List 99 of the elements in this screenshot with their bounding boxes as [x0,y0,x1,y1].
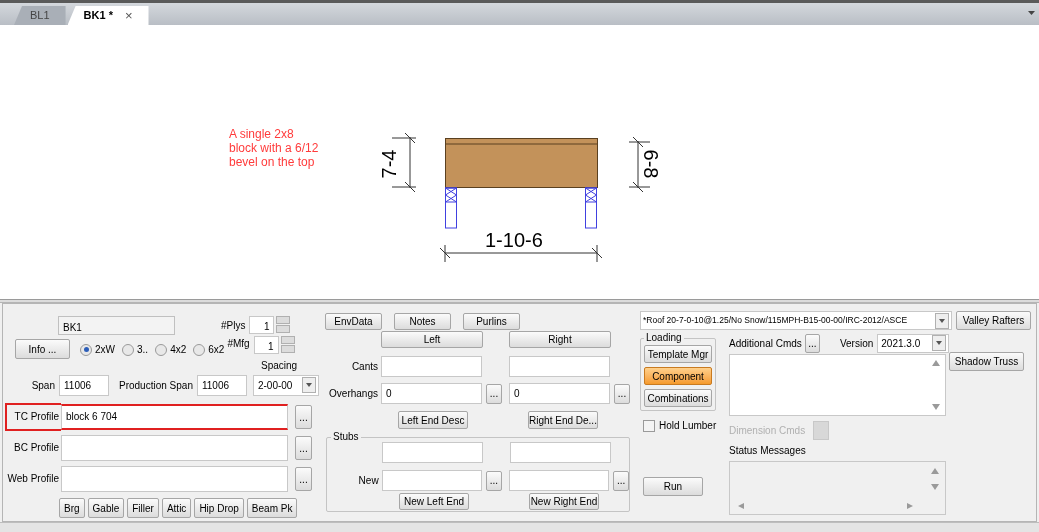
checkbox-label: Hold Lumber [659,419,717,433]
field-label: Version [839,336,874,351]
browse-button[interactable]: ... [295,405,312,429]
field-label: #Mfg [227,337,250,351]
group-legend: Loading [644,331,684,345]
scroll-left-icon[interactable] [738,503,746,509]
close-icon[interactable]: × [124,5,133,26]
radio-label: 3.. [137,343,149,357]
loading-button[interactable]: Component [644,367,712,385]
bearing-drawing [585,187,597,229]
caret-icon [936,341,942,345]
stub-field[interactable] [510,442,611,463]
profile-field[interactable]: block 6 704 [61,404,288,430]
action-button[interactable]: Gable [87,498,125,518]
end-desc-button[interactable]: Left End Desc [398,411,468,429]
field-label: Span [30,378,55,393]
checkbox[interactable] [643,419,655,432]
browse-button[interactable]: ... [486,383,502,404]
name-field[interactable]: BK1 [58,315,175,335]
spacing-combo[interactable]: 2-00-00 [252,374,319,396]
action-button[interactable]: Hip Drop [194,498,244,518]
span-field[interactable]: 11006 [59,374,109,396]
radio-label: 6x2 [208,343,225,357]
caret-icon [939,318,945,323]
field-label: Overhangs [328,387,379,401]
shadow-truss-button[interactable]: Shadow Truss [949,352,1024,371]
radio-button[interactable] [155,343,168,356]
profile-field[interactable] [61,435,288,461]
scroll-up-icon[interactable] [931,468,939,474]
new-end-button[interactable]: New Right End [529,493,599,510]
browse-button[interactable]: ... [295,467,312,491]
stub-field[interactable] [508,470,610,491]
scroll-down-icon[interactable] [931,484,939,490]
radio-label: 2xW [95,343,115,357]
spinner-icon[interactable] [276,316,291,334]
dimension-cmds-button[interactable] [813,420,830,440]
field-label: Additional Cmds [729,336,802,351]
production-span-field[interactable]: 11006 [196,374,247,396]
action-button[interactable]: Attic [161,498,192,518]
browse-button[interactable]: ... [485,470,502,491]
run-button[interactable]: Run [643,477,703,496]
scroll-right-icon[interactable] [907,503,915,509]
column-header-button[interactable]: Right [509,331,611,348]
action-button[interactable]: Beam Pk [246,498,298,518]
dimension-label: 7-4 [379,149,400,179]
mfg-field[interactable]: 1 [253,336,279,354]
stub-field[interactable] [382,442,483,463]
spacing-label: Spacing [261,360,299,372]
dropdown-button[interactable] [301,377,316,393]
cants-field[interactable] [381,356,482,377]
scroll-down-icon[interactable] [932,404,940,410]
overhang-field[interactable]: 0 [509,383,610,404]
dimension-label: 1-10-6 [485,229,543,251]
end-desc-button[interactable]: Right End De... [528,411,598,429]
dropdown-button[interactable] [932,335,946,351]
browse-button[interactable]: ... [613,470,629,491]
tab[interactable]: BK1 * × [67,6,149,25]
field-label: New [357,474,380,488]
dropdown-icon[interactable] [1028,11,1035,15]
browse-button[interactable]: ... [614,383,630,404]
radio-label: 4x2 [170,343,187,357]
version-combo[interactable]: 2021.3.0 [877,333,949,353]
tab[interactable]: BL1 [14,6,66,25]
toolbar-button[interactable]: Purlins [463,313,520,330]
action-button[interactable]: Brg [59,498,85,518]
cants-field[interactable] [509,356,610,377]
note-text: A single 2x8 block with a 6/12 bevel on the top [229,127,320,169]
bearing-drawing [445,187,457,229]
action-button[interactable]: Filler [127,498,159,518]
column-header-button[interactable]: Left [381,331,483,348]
info-button[interactable]: Info ... [15,339,70,359]
stub-field[interactable] [381,470,482,491]
field-label: Production Span [119,378,193,393]
profile-label: BC Profile [13,441,60,455]
browse-button[interactable]: ... [804,333,820,353]
toolbar-button[interactable]: EnvData [325,313,382,330]
scroll-up-icon[interactable] [932,360,940,366]
radio-button[interactable] [193,343,206,356]
loading-button[interactable]: Template Mgr [644,345,712,363]
profile-field[interactable] [61,466,288,492]
caret-icon [305,383,312,387]
profile-label: Web Profile [6,472,60,486]
browse-button[interactable]: ... [295,436,312,460]
plys-field[interactable]: 1 [249,316,275,334]
radio-button[interactable] [122,343,134,356]
loading-button[interactable]: Combinations [644,389,712,407]
new-end-button[interactable]: New Left End [399,493,469,510]
radio-button[interactable] [80,343,92,356]
status-label: Status Messages [729,444,807,458]
toolbar-button[interactable]: Notes [394,313,451,330]
dimension-label: 6-8 [641,149,662,179]
valley-rafters-button[interactable]: Valley Rafters [956,311,1031,330]
field-label: #Plys [221,318,246,333]
load-case-combo[interactable]: *Roof 20-7-0-10@1.25/No Snow/115MPH-B15-00-00/IRC-2012/ASCE [640,311,952,330]
spinner-icon[interactable] [280,336,295,354]
dropdown-button[interactable] [935,312,949,329]
field-label: Cants [350,360,379,374]
overhang-field[interactable]: 0 [381,383,482,404]
field-label: Dimension Cmds [729,423,806,438]
